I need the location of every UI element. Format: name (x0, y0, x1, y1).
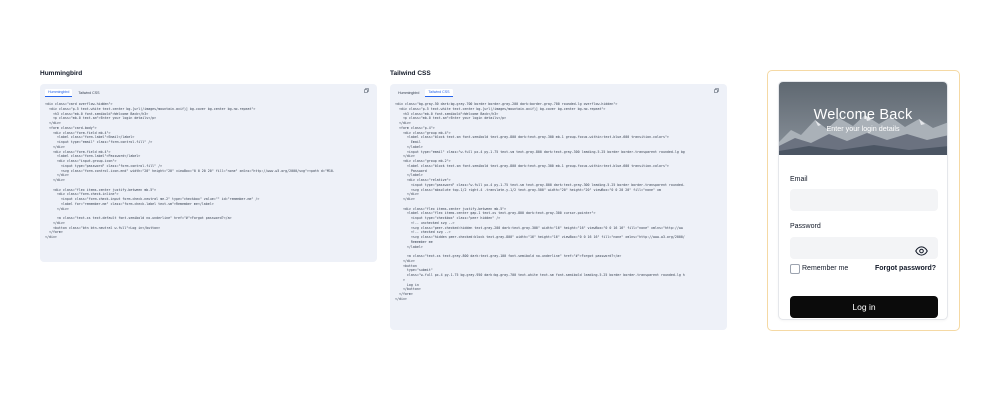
hummingbird-heading: Hummingbird (40, 70, 83, 77)
tab-tailwind-css[interactable]: Tailwind CSS (75, 90, 102, 98)
code-line: <input type="password" class="w-full px-… (395, 182, 685, 187)
hummingbird-code-panel: Hummingbird Tailwind CSS <div class="car… (40, 84, 377, 262)
copy-icon[interactable] (714, 88, 719, 93)
remember-me-checkbox[interactable] (790, 264, 800, 274)
email-field[interactable] (790, 189, 938, 211)
forgot-password-link[interactable]: Forgot password? (875, 265, 936, 272)
preview-frame: Welcome Back Enter your login details Em… (767, 70, 960, 331)
code-line: </div> (395, 296, 407, 301)
login-hero: Welcome Back Enter your login details (779, 82, 947, 155)
tailwind-code-block: <div class="bg-gray-50 dark:bg-gray-700 … (390, 97, 727, 302)
hummingbird-tabbar: Hummingbird Tailwind CSS (40, 84, 377, 97)
tab-hummingbird[interactable]: Hummingbird (395, 90, 422, 98)
code-line: <svg class="hidden peer-checked:block te… (395, 235, 685, 239)
code-line: <svg class="form-control-icon-end" width… (45, 168, 335, 173)
tailwind-heading: Tailwind CSS (390, 70, 431, 77)
eye-icon[interactable] (915, 243, 928, 256)
email-label: Email (790, 176, 808, 183)
password-label: Password (790, 223, 821, 230)
remember-me-label[interactable]: Remember me (802, 265, 848, 272)
copy-icon[interactable] (364, 88, 369, 93)
login-title: Welcome Back (813, 107, 913, 123)
hummingbird-code-block: <div class="card overflow-hidden"> <div … (40, 97, 377, 240)
code-line: </div> (45, 235, 57, 239)
login-subtitle: Enter your login details (826, 124, 900, 133)
login-card: Welcome Back Enter your login details Em… (778, 81, 948, 320)
tab-tailwind-css[interactable]: Tailwind CSS (425, 88, 453, 97)
tab-hummingbird[interactable]: Hummingbird (45, 88, 73, 97)
tailwind-code-panel: Hummingbird Tailwind CSS <div class="bg-… (390, 84, 727, 330)
code-line: class="w-full px-4 py-1.75 bg-gray-950 d… (395, 273, 685, 277)
tailwind-tabbar: Hummingbird Tailwind CSS (390, 84, 727, 97)
login-button[interactable]: Log in (790, 296, 938, 318)
code-line: <input type="email" class="w-full px-4 p… (395, 149, 685, 154)
